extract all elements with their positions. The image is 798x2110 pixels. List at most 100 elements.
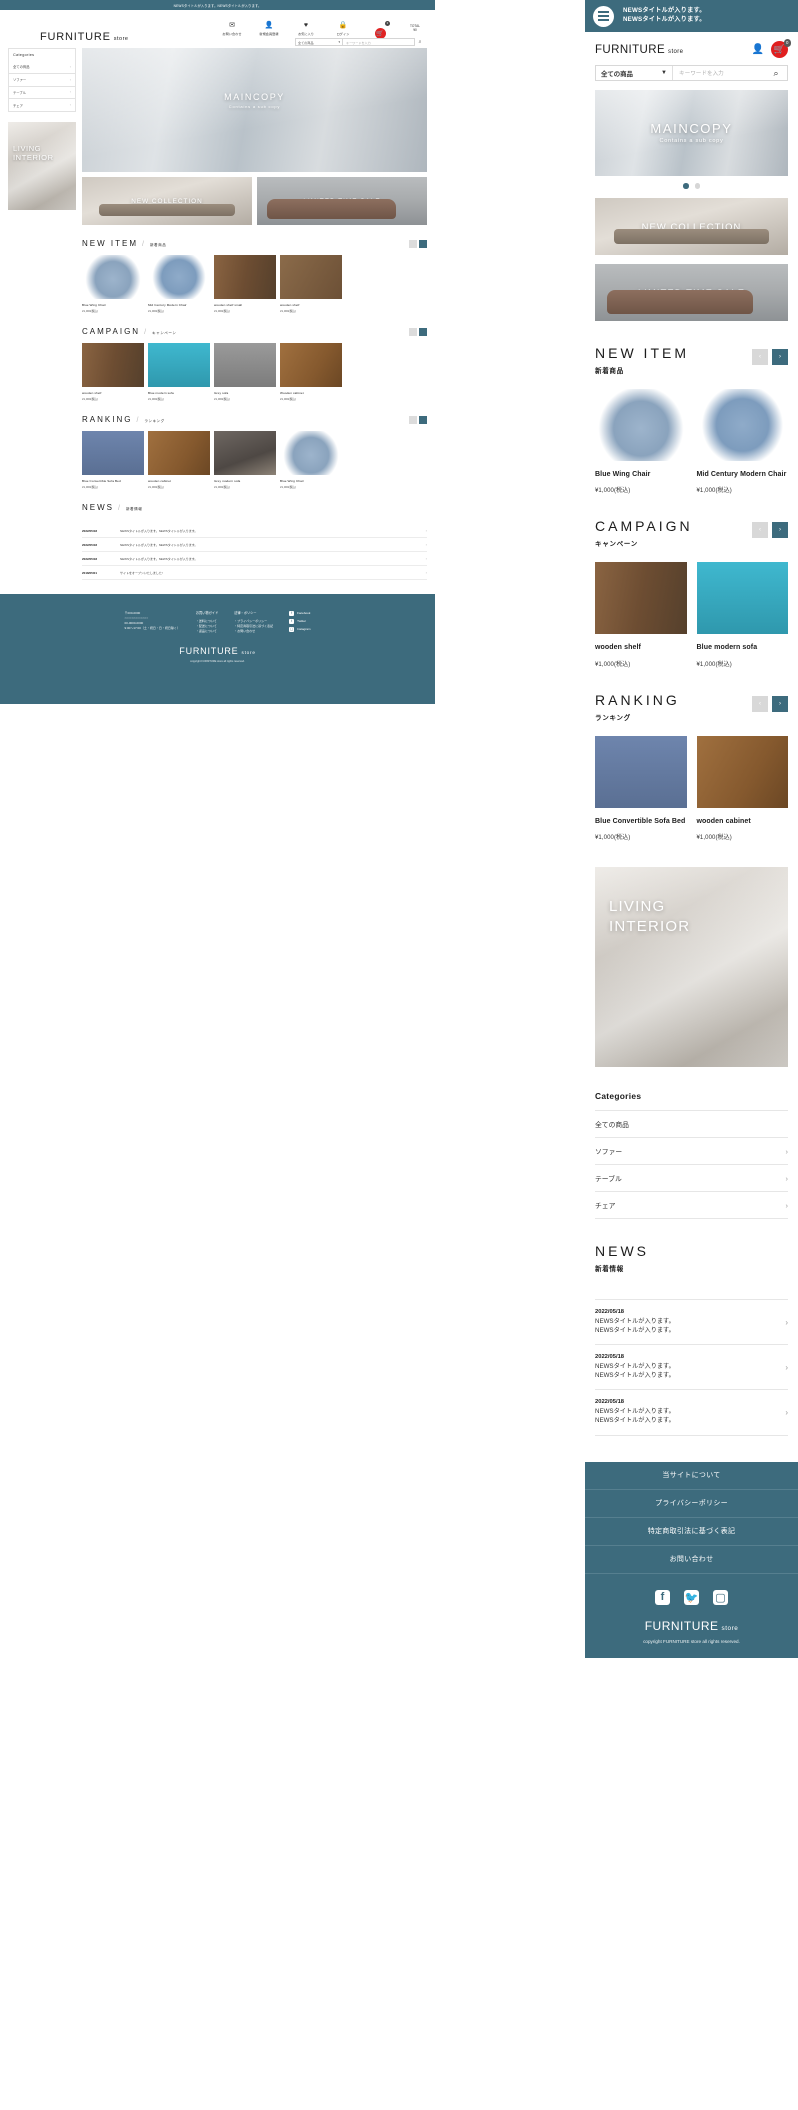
product-card[interactable]: Blue modern sofa ¥1,000(税込) xyxy=(696,562,788,668)
hero-slider[interactable]: MAINCOPY Contains a sub copy xyxy=(82,48,427,172)
news-date: 2022/05/18 xyxy=(82,528,98,533)
next-arrow-button[interactable]: › xyxy=(772,522,788,538)
sidebar-item-all[interactable]: 全ての商品 › xyxy=(8,61,76,74)
sns-link-instagram[interactable]: ▢ Instagram xyxy=(289,627,311,632)
search-input[interactable]: キーワードを入力 xyxy=(343,38,415,46)
footer-logo[interactable]: FURNITURE store xyxy=(0,646,435,656)
next-arrow-button[interactable] xyxy=(419,416,427,424)
news-row[interactable]: 2022/05/18 NEWSタイトルが入ります。NEWSタイトルが入ります。 … xyxy=(82,524,427,538)
section-title: NEW ITEM 新着商品 xyxy=(595,345,689,375)
hero-dot-2[interactable] xyxy=(694,183,700,189)
person-icon[interactable]: 👤 xyxy=(752,44,764,55)
category-item-sofa[interactable]: ソファー › xyxy=(595,1137,788,1164)
footer-link[interactable]: ・お問い合わせ xyxy=(234,629,273,634)
product-card[interactable]: Blue modern sofa ¥1,000(税込) xyxy=(148,343,210,401)
mobile-section-new-item: NEW ITEM 新着商品 ‹ › Blue Wing Chair ¥1,000… xyxy=(595,345,788,494)
sidebar-item-sofa[interactable]: ソファー › xyxy=(8,73,76,87)
sns-link-facebook[interactable]: f xyxy=(655,1589,670,1605)
footer-logo[interactable]: FURNITURE store xyxy=(585,1619,798,1633)
site-logo[interactable]: FURNITURE store xyxy=(40,31,129,43)
section-arrows xyxy=(409,328,427,336)
category-item-table[interactable]: テーブル › xyxy=(595,1164,788,1191)
utility-item-login[interactable]: 🔒 ログイン xyxy=(329,22,357,36)
search-button[interactable]: ⌕ xyxy=(415,38,425,46)
sidebar-item-table[interactable]: テーブル › xyxy=(8,86,76,100)
utility-item-register[interactable]: 👤 新規会員登録 xyxy=(255,22,283,36)
next-arrow-button[interactable]: › xyxy=(772,348,788,365)
sns-link-twitter[interactable]: 🐦 xyxy=(684,1589,699,1605)
footer-nav-legal[interactable]: 特定商取引法に基づく表記 xyxy=(585,1517,798,1546)
mobile-hero-slider[interactable]: MAINCOPY Contains a sub copy xyxy=(595,90,788,176)
product-card[interactable]: wooden shelf ¥1,000(税込) xyxy=(280,255,342,313)
search-button[interactable]: ⌕ xyxy=(765,66,787,80)
logo-suffix: store xyxy=(113,36,129,42)
footer-nav-about[interactable]: 当サイトについて xyxy=(585,1461,798,1490)
product-card[interactable]: wooden cabinet ¥1,000(税込) xyxy=(148,431,210,489)
product-card[interactable]: Grey modern sofa ¥1,000(税込) xyxy=(214,431,276,489)
search-category-select[interactable]: 全ての商品 ▼ xyxy=(596,66,673,80)
banner-limited-time-sale[interactable]: LIMITED TIME SALE xyxy=(257,177,427,225)
product-name: Blue Convertible Sofa Bed xyxy=(82,479,121,483)
sns-label: Twitter xyxy=(297,619,307,623)
news-row[interactable]: 2022/05/18 NEWSタイトルが入ります。NEWSタイトルが入ります。 … xyxy=(82,538,427,552)
product-card[interactable]: Grey sofa ¥1,000(税込) xyxy=(214,343,276,401)
search-input[interactable]: キーワードを入力 xyxy=(673,66,765,80)
hero-dot-1[interactable] xyxy=(683,183,689,189)
desktop-news-ticker[interactable]: NEWSタイトルが入ります。NEWSタイトルが入ります。 xyxy=(0,0,435,10)
next-arrow-button[interactable] xyxy=(419,240,427,248)
sidebar-promo-banner[interactable]: LIVING INTERIOR xyxy=(8,122,76,211)
product-card[interactable]: Blue Wing Chair ¥1,000(税込) xyxy=(82,255,144,313)
twitter-icon: t xyxy=(289,619,295,624)
mobile-banner-limited-time-sale[interactable]: LIMITED TIME SALE xyxy=(595,263,788,321)
news-title: NEWSタイトルが入ります。NEWSタイトルが入ります。 xyxy=(120,528,198,533)
footer-link[interactable]: ・返品について xyxy=(196,629,218,634)
chevron-right-icon: › xyxy=(785,1200,789,1210)
sns-link-instagram[interactable]: ▢ xyxy=(713,1589,728,1605)
product-name: wooden cabinet xyxy=(148,479,172,483)
prev-arrow-button[interactable] xyxy=(409,328,417,336)
banner-new-collection[interactable]: NEW COLLECTION xyxy=(82,177,252,225)
product-card[interactable]: Mid Century Modern Chair ¥1,000(税込) xyxy=(148,255,210,313)
mobile-banner-new-collection[interactable]: NEW COLLECTION xyxy=(595,197,788,255)
next-arrow-button[interactable] xyxy=(419,328,427,336)
prev-arrow-button[interactable]: ‹ xyxy=(752,348,768,365)
product-card[interactable]: wooden shelf ¥1,000(税込) xyxy=(595,562,687,668)
product-card[interactable]: Blue Wing Chair ¥1,000(税込) xyxy=(595,388,687,494)
footer-nav-contact[interactable]: お問い合わせ xyxy=(585,1545,798,1574)
product-card[interactable]: wooden cabinet ¥1,000(税込) xyxy=(696,735,788,841)
news-row[interactable]: 2022/05/18 NEWSタイトルが入ります。NEWSタイトルが入ります。 … xyxy=(82,552,427,566)
footer-sns-list: f Facebook t Twitter ▢ Instagram xyxy=(289,611,311,634)
sns-link-twitter[interactable]: t Twitter xyxy=(289,619,310,624)
mobile-promo-banner[interactable]: LIVING INTERIOR xyxy=(595,867,788,1067)
prev-arrow-button[interactable]: ‹ xyxy=(752,695,768,712)
hamburger-menu-icon[interactable] xyxy=(593,5,614,27)
news-row[interactable]: 2022/05/18 NEWSタイトルが入ります。 NEWSタイトルが入ります。… xyxy=(595,1389,788,1436)
prev-arrow-button[interactable]: ‹ xyxy=(752,522,768,538)
category-item-all[interactable]: 全ての商品 xyxy=(595,1110,788,1137)
product-card[interactable]: Blue Convertible Sofa Bed ¥1,000(税込) xyxy=(82,431,144,489)
footer-nav-privacy[interactable]: プライバシーポリシー xyxy=(585,1489,798,1518)
mobile-news-text[interactable]: NEWSタイトルが入ります。 NEWSタイトルが入ります。 xyxy=(623,7,706,24)
product-card[interactable]: Wooden cabinet ¥1,000(税込) xyxy=(280,343,342,401)
product-card[interactable]: Mid Century Modern Chair ¥1,000(税込) xyxy=(696,388,788,494)
product-card[interactable]: Blue Convertible Sofa Bed ¥1,000(税込) xyxy=(595,735,687,841)
news-row[interactable]: 2022/05/18 NEWSタイトルが入ります。 NEWSタイトルが入ります。… xyxy=(595,1299,788,1344)
category-item-chair[interactable]: チェア › xyxy=(595,1191,788,1219)
product-name: Blue Convertible Sofa Bed xyxy=(595,817,686,825)
product-card[interactable]: Blue Wing Chair ¥1,000(税込) xyxy=(280,431,342,489)
utility-item-favorites[interactable]: ♥ お気に入り xyxy=(292,22,320,36)
prev-arrow-button[interactable] xyxy=(409,416,417,424)
sidebar-item-chair[interactable]: チェア › xyxy=(8,99,76,113)
sns-link-facebook[interactable]: f Facebook xyxy=(289,611,310,616)
utility-item-contact[interactable]: ✉ お問い合わせ xyxy=(218,22,246,36)
mobile-site-logo[interactable]: FURNITURE store xyxy=(595,44,683,56)
search-category-select[interactable]: 全ての商品 ▾ xyxy=(295,38,343,46)
mobile-cart-button[interactable]: 🛒 0 xyxy=(771,39,791,58)
news-row[interactable]: 2018/05/01 サイトをオープンいたしました! › xyxy=(82,566,427,580)
news-date: 2018/05/01 xyxy=(82,570,98,575)
product-card[interactable]: wooden shelf ¥1,000(税込) xyxy=(82,343,144,401)
next-arrow-button[interactable]: › xyxy=(772,695,788,712)
product-card[interactable]: wooden shelf small ¥1,000(税込) xyxy=(214,255,276,313)
prev-arrow-button[interactable] xyxy=(409,240,417,248)
news-row[interactable]: 2022/05/18 NEWSタイトルが入ります。 NEWSタイトルが入ります。… xyxy=(595,1344,788,1389)
